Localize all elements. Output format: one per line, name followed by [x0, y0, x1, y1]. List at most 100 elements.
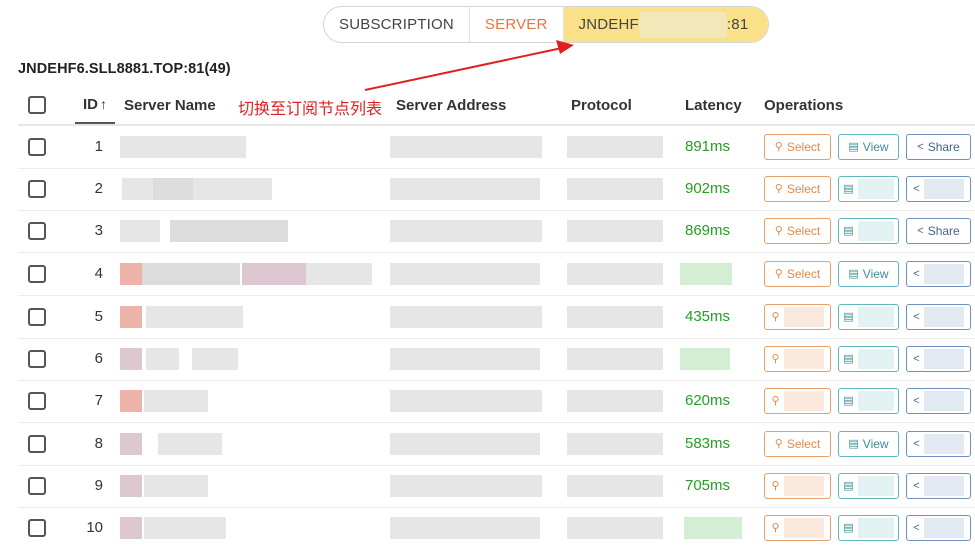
redacted-server-address [390, 390, 542, 412]
view-button[interactable]: ▤ [838, 304, 899, 330]
redacted-server-address [390, 263, 540, 285]
row-id: 7 [94, 392, 103, 410]
row-checkbox[interactable] [28, 179, 46, 198]
row-latency: 583ms [685, 435, 731, 453]
select-button-label: Select [786, 140, 821, 154]
link-icon: ⚲ [771, 394, 780, 407]
tab-server[interactable]: SERVER [470, 7, 564, 42]
row-checkbox[interactable] [28, 476, 46, 495]
view-button-label: View [862, 140, 889, 154]
tab-subscription[interactable]: SUBSCRIPTION [324, 7, 470, 42]
redacted-text [783, 349, 824, 369]
redacted-text [923, 179, 964, 199]
tab-current-label-prefix: JNDEHF [578, 16, 639, 33]
tab-current-subscription[interactable]: JNDEHF :81 [563, 7, 769, 42]
redacted-text [857, 307, 894, 327]
column-header-id[interactable]: ID ↑ [75, 86, 115, 124]
view-button[interactable]: ▤ [838, 515, 899, 541]
select-all-checkbox[interactable] [28, 96, 46, 114]
row-checkbox[interactable] [28, 434, 46, 453]
share-icon: < [913, 352, 920, 365]
select-button[interactable]: ⚲ [764, 515, 831, 541]
share-button[interactable]: < [906, 431, 971, 457]
redacted-server-name [146, 306, 243, 328]
view-button[interactable]: ▤ [838, 218, 899, 244]
column-header-name[interactable]: Server Name [124, 86, 216, 124]
redacted-latency [680, 348, 730, 370]
link-icon: ⚲ [774, 224, 783, 237]
share-button[interactable]: < [906, 176, 971, 202]
select-button[interactable]: ⚲ Select [764, 431, 831, 457]
row-checkbox-cell [28, 210, 46, 252]
redacted-text [857, 221, 894, 241]
view-button[interactable]: ▤ View [838, 134, 899, 160]
tab-bar: SUBSCRIPTION SERVER JNDEHF :81 [323, 6, 770, 43]
row-checkbox[interactable] [28, 264, 46, 283]
subscription-title: JNDEHF6.SLL8881.TOP:81(49) [18, 61, 231, 77]
select-button[interactable]: ⚲ [764, 346, 831, 372]
share-icon: < [913, 267, 920, 280]
column-header-operations: Operations [764, 96, 844, 114]
view-button[interactable]: ▤ View [838, 261, 899, 287]
share-button[interactable]: < [906, 261, 971, 287]
row-checkbox[interactable] [28, 349, 46, 368]
row-id: 1 [94, 138, 103, 156]
row-id: 3 [94, 222, 103, 240]
row-checkbox[interactable] [28, 391, 46, 410]
share-button[interactable]: < [906, 346, 971, 372]
share-button[interactable]: < Share [906, 218, 971, 244]
share-button[interactable]: < [906, 388, 971, 414]
redacted-server-name [170, 220, 288, 242]
share-button[interactable]: < [906, 473, 971, 499]
document-icon: ▤ [848, 267, 859, 280]
row-checkbox[interactable] [28, 307, 46, 326]
column-header-latency[interactable]: Latency [685, 86, 742, 124]
view-button[interactable]: ▤ [838, 346, 899, 372]
redacted-server-name [120, 263, 142, 285]
share-icon: < [913, 182, 920, 195]
table-header: ID ↑ Server Name Server Address Protocol… [18, 86, 975, 126]
row-checkbox-cell [28, 296, 46, 338]
view-button[interactable]: ▤ [838, 176, 899, 202]
column-header-address[interactable]: Server Address [396, 86, 506, 124]
row-checkbox[interactable] [28, 137, 46, 156]
redacted-server-name [144, 475, 208, 497]
select-button[interactable]: ⚲ [764, 304, 831, 330]
redacted-text [783, 307, 824, 327]
document-icon: ▤ [843, 352, 854, 365]
share-button[interactable]: < [906, 515, 971, 541]
row-id: 6 [94, 350, 103, 368]
share-button[interactable]: < Share [906, 134, 971, 160]
view-button[interactable]: ▤ [838, 388, 899, 414]
redacted-server-address [390, 348, 540, 370]
view-button[interactable]: ▤ View [838, 431, 899, 457]
view-button-label: View [862, 267, 889, 281]
row-checkbox-cell [28, 168, 46, 210]
row-id: 2 [94, 180, 103, 198]
view-button[interactable]: ▤ [838, 473, 899, 499]
column-header-protocol[interactable]: Protocol [571, 86, 632, 124]
row-checkbox[interactable] [28, 221, 46, 240]
document-icon: ▤ [843, 394, 854, 407]
select-button[interactable]: ⚲ [764, 388, 831, 414]
select-button[interactable]: ⚲ [764, 473, 831, 499]
redacted-latency [680, 263, 732, 285]
redacted-server-name [144, 517, 226, 539]
share-button-label: Share [927, 140, 960, 154]
select-button[interactable]: ⚲ Select [764, 218, 831, 244]
row-latency: 902ms [685, 180, 731, 198]
document-icon: ▤ [843, 310, 854, 323]
row-checkbox-cell [28, 126, 46, 168]
select-button[interactable]: ⚲ Select [764, 176, 831, 202]
redacted-protocol [567, 517, 663, 539]
share-button[interactable]: < [906, 304, 971, 330]
row-checkbox-cell [28, 423, 46, 465]
select-button[interactable]: ⚲ Select [764, 134, 831, 160]
table-row: 6 ⚲ ▤ < [18, 338, 975, 381]
redacted-server-name [122, 178, 272, 200]
select-button-label: Select [786, 437, 821, 451]
document-icon: ▤ [843, 182, 854, 195]
row-checkbox[interactable] [28, 518, 46, 537]
document-icon: ▤ [848, 140, 859, 153]
select-button[interactable]: ⚲ Select [764, 261, 831, 287]
